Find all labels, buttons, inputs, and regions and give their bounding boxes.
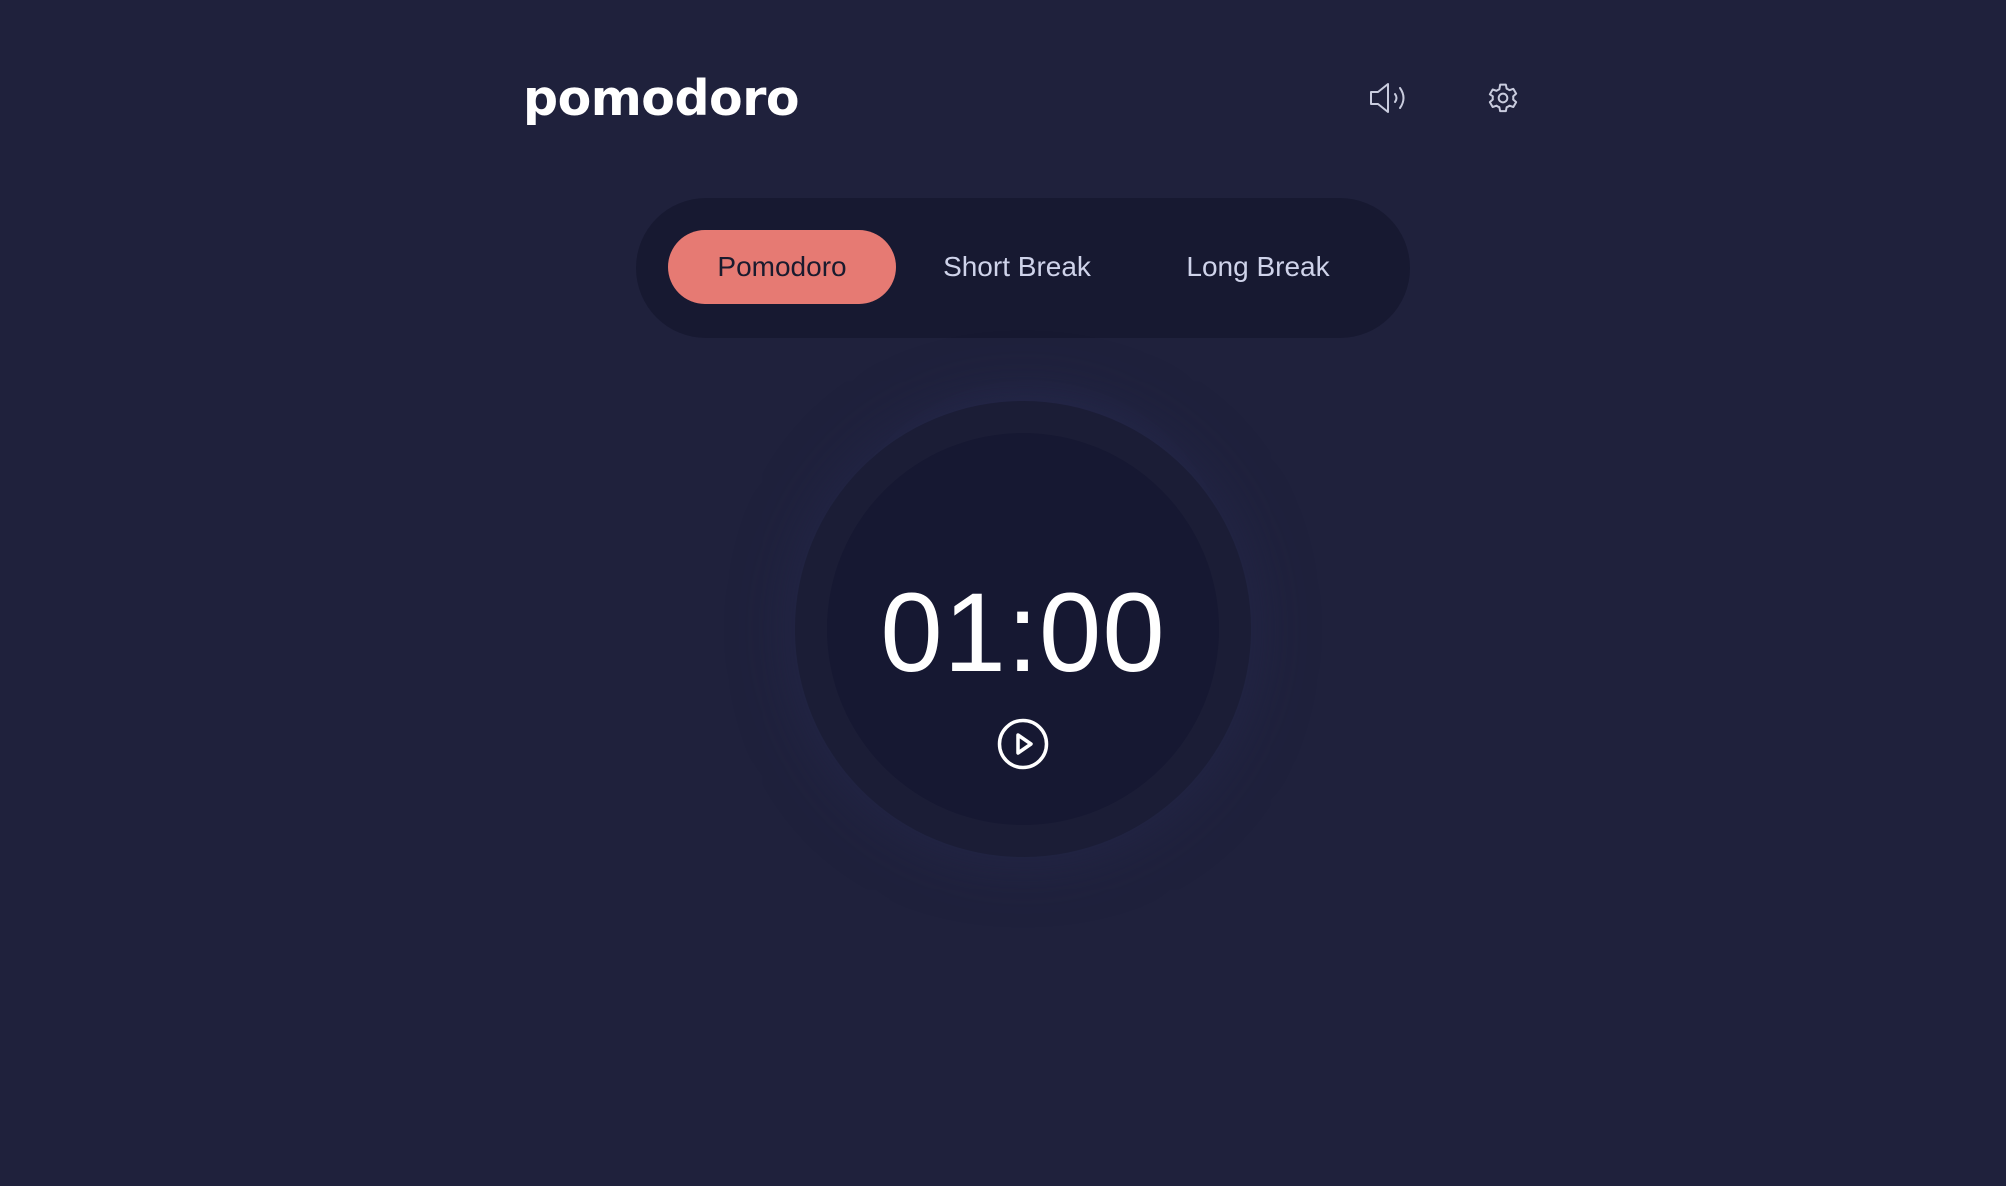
pomodoro-app: pomodoro Pomodoro Short Break Long Break… xyxy=(0,0,2006,1186)
timer-display: 01:00 xyxy=(880,570,1166,695)
app-title: pomodoro xyxy=(523,70,800,127)
play-button[interactable] xyxy=(995,716,1051,772)
speaker-volume-icon xyxy=(1370,83,1405,113)
gear-icon xyxy=(1488,83,1518,113)
mode-tabs: Pomodoro Short Break Long Break xyxy=(636,198,1410,338)
settings-button[interactable] xyxy=(1475,70,1531,126)
play-circle-icon xyxy=(997,718,1049,770)
tab-short-break[interactable]: Short Break xyxy=(904,230,1130,304)
timer-dial: 01:00 xyxy=(795,401,1251,857)
sound-toggle-button[interactable] xyxy=(1362,70,1418,126)
timer-face: 01:00 xyxy=(827,433,1219,825)
tab-pomodoro[interactable]: Pomodoro xyxy=(668,230,896,304)
tab-long-break[interactable]: Long Break xyxy=(1138,230,1378,304)
